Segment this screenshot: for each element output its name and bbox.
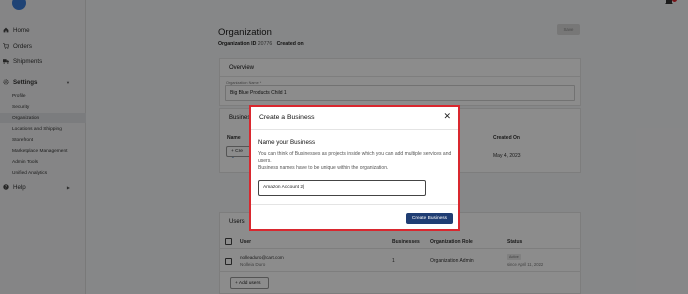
modal-title: Create a Business [259,114,315,121]
divider [251,129,458,130]
create-business-submit-button[interactable]: Create Business [406,213,453,224]
modal-heading: Name your Business [258,139,316,146]
divider [251,204,458,205]
modal-description: You can think of Businesses as projects … [258,151,452,171]
close-icon[interactable]: ✕ [443,112,451,121]
create-business-modal: Create a Business ✕ Name your Business Y… [249,105,460,231]
business-name-input[interactable]: Amazon Account 2| [258,180,426,196]
